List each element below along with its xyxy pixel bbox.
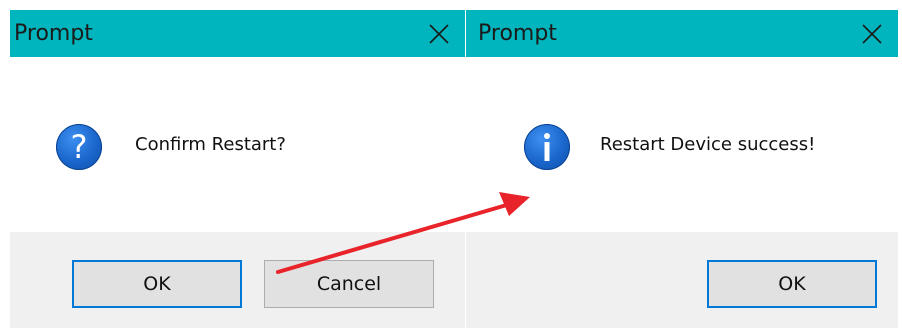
dialog-footer: OK [466, 232, 898, 328]
dialog-title: Prompt [14, 21, 93, 46]
ok-button[interactable]: OK [72, 260, 242, 308]
close-button[interactable] [852, 10, 892, 57]
title-bar[interactable]: Prompt [466, 10, 898, 57]
close-icon [429, 23, 449, 44]
ok-button[interactable]: OK [707, 260, 877, 308]
confirm-restart-dialog: Prompt ? Confirm Restart? OK Cancel [10, 10, 465, 328]
close-button[interactable] [419, 10, 459, 57]
dialog-title: Prompt [478, 21, 557, 46]
cancel-button[interactable]: Cancel [264, 260, 434, 308]
dialog-message: Confirm Restart? [135, 134, 286, 155]
info-icon [524, 124, 570, 170]
question-icon-glyph: ? [70, 128, 88, 166]
question-icon: ? [56, 124, 102, 170]
close-icon [862, 23, 882, 44]
title-bar[interactable]: Prompt [10, 10, 465, 57]
info-glyph [544, 133, 550, 161]
dialog-message: Restart Device success! [600, 134, 816, 155]
dialog-footer: OK Cancel [10, 232, 465, 328]
restart-success-dialog: Prompt Restart Device success! OK [466, 10, 898, 328]
